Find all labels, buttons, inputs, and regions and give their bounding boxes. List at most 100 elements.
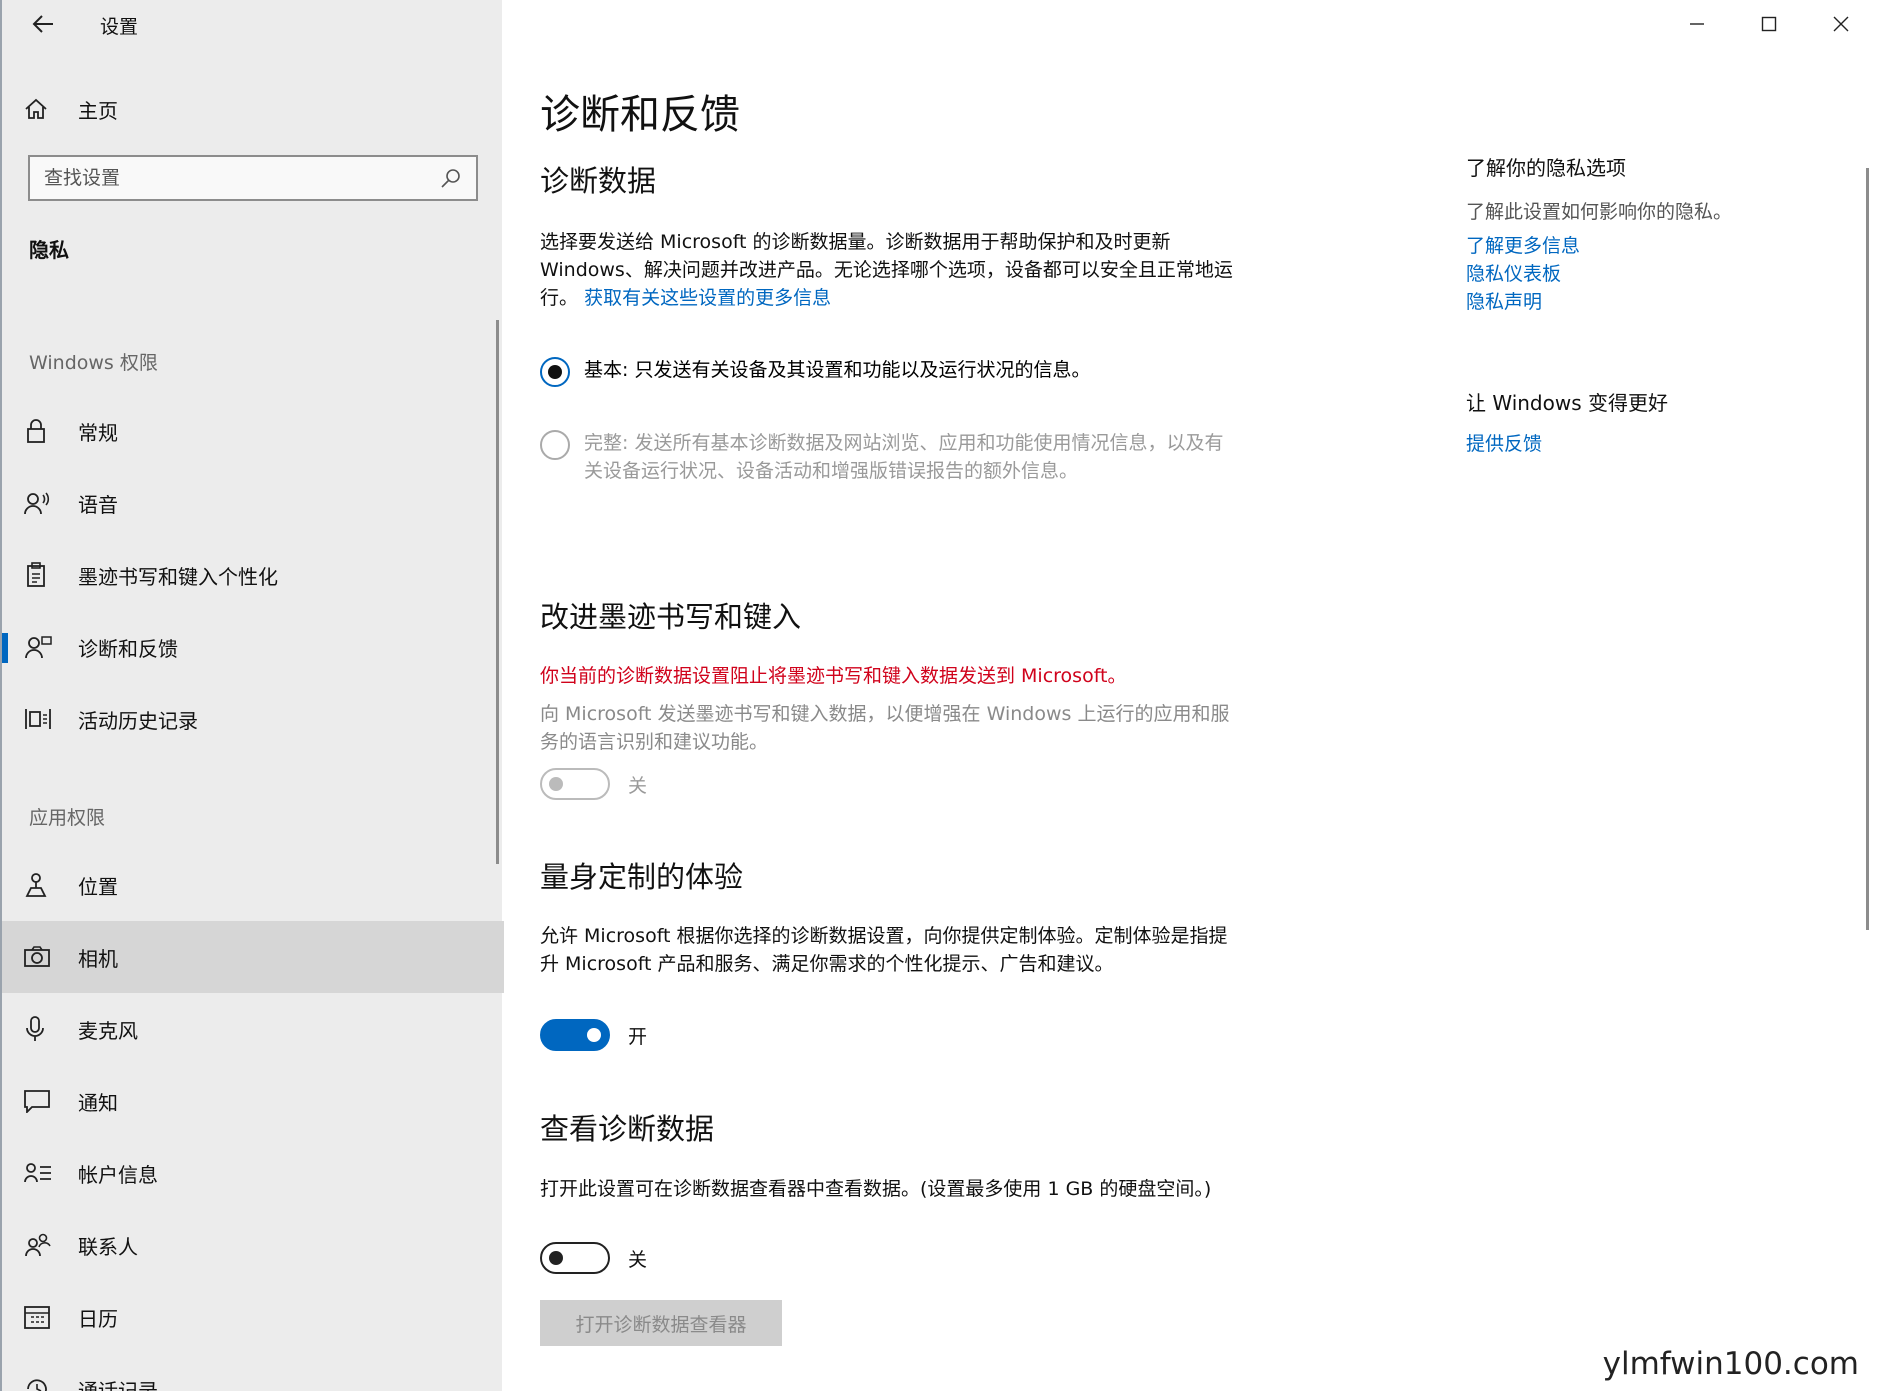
view-data-toggle-row: 关 [540,1242,647,1274]
app-title: 设置 [100,16,139,38]
call-history-icon [24,1377,64,1391]
section-heading-view-data: 查看诊断数据 [540,1112,715,1146]
notification-icon [24,1089,64,1113]
sidebar-item-calendar[interactable]: 日历 [2,1281,504,1353]
windows-permissions-list: 常规 语音 墨迹书写和键入个性化 诊断和反馈 活动历史记录 [2,395,504,755]
sidebar-item-label: 墨迹书写和键入个性化 [78,564,278,589]
give-feedback-link[interactable]: 提供反馈 [1466,430,1826,458]
radio-full [540,430,570,460]
sidebar-item-label: 语音 [78,492,118,517]
inking-description: 向 Microsoft 发送墨迹书写和键入数据，以便增强在 Windows 上运… [540,703,1230,753]
minimize-button[interactable] [1661,0,1733,48]
section-heading-inking: 改进墨迹书写和键入 [540,600,802,634]
sidebar-item-call-history[interactable]: 通话记录 [2,1353,504,1391]
home-icon [24,97,64,121]
watermark-logo: ylmfwin100.com [1602,1346,1859,1382]
aside-better-heading: 让 Windows 变得更好 [1466,391,1668,415]
sidebar-item-activity-history[interactable]: 活动历史记录 [2,683,504,755]
sidebar-scrollbar[interactable] [496,320,499,864]
contacts-icon [24,1233,64,1257]
tailored-toggle-label: 开 [628,1025,648,1048]
sidebar-item-inking[interactable]: 墨迹书写和键入个性化 [2,539,504,611]
inking-warning: 你当前的诊断数据设置阻止将墨迹书写和键入数据发送到 Microsoft。 [540,665,1127,687]
activity-history-icon [24,707,64,731]
search-icon[interactable] [440,167,462,189]
main-content: 诊断和反馈 诊断数据 选择要发送给 Microsoft 的诊断数据量。诊断数据用… [502,0,1877,1391]
radio-basic-label: 基本: 只发送有关设备及其设置和功能以及运行状况的信息。 [584,359,1091,381]
sidebar-item-camera[interactable]: 相机 [2,921,504,993]
sidebar-item-label: 主页 [78,98,118,123]
minimize-icon [1690,23,1704,25]
sidebar-item-label: 常规 [78,420,118,445]
main-scrollbar[interactable] [1866,168,1869,930]
window-controls [1661,0,1877,48]
maximize-icon [1761,16,1777,32]
tailored-toggle-row: 开 [540,1019,647,1051]
back-arrow-icon [32,15,53,33]
sidebar-item-label: 活动历史记录 [78,708,198,733]
sidebar-item-account-info[interactable]: 帐户信息 [2,1137,504,1209]
open-diagnostic-viewer-button: 打开诊断数据查看器 [540,1300,782,1346]
feedback-person-icon [24,635,64,659]
radio-option-basic[interactable]: 基本: 只发送有关设备及其设置和功能以及运行状况的信息。 [540,356,1240,387]
sidebar-item-speech[interactable]: 语音 [2,467,504,539]
diagnostic-description: 选择要发送给 Microsoft 的诊断数据量。诊断数据用于帮助保护和及时更新 … [540,228,1240,312]
view-data-toggle[interactable] [540,1242,610,1274]
sidebar-item-microphone[interactable]: 麦克风 [2,993,504,1065]
sidebar: 设置 主页 隐私 Windows 权限 常规 语音 墨迹书写 [0,0,504,1391]
sidebar-item-contacts[interactable]: 联系人 [2,1209,504,1281]
group-heading-apps: 应用权限 [29,807,106,829]
aside-privacy-text: 了解此设置如何影响你的隐私。 [1466,201,1733,223]
clipboard-icon [24,562,64,588]
sidebar-item-general[interactable]: 常规 [2,395,504,467]
sidebar-item-label: 通话记录 [78,1378,158,1391]
sidebar-item-label: 帐户信息 [78,1162,158,1187]
privacy-dashboard-link[interactable]: 隐私仪表板 [1466,260,1826,288]
tailored-description: 允许 Microsoft 根据你选择的诊断数据设置，向你提供定制体验。定制体验是… [540,925,1228,975]
location-icon [24,872,64,898]
sidebar-item-label: 相机 [78,946,118,971]
sidebar-item-label: 麦克风 [78,1018,138,1043]
sidebar-item-label: 通知 [78,1090,118,1115]
section-heading-diagnostic-data: 诊断数据 [540,164,657,198]
sidebar-item-diagnostics[interactable]: 诊断和反馈 [2,611,504,683]
view-data-description: 打开此设置可在诊断数据查看器中查看数据。(设置最多使用 1 GB 的硬盘空间。) [540,1178,1212,1200]
sidebar-item-label: 位置 [78,874,118,899]
maximize-button[interactable] [1733,0,1805,48]
sidebar-item-home[interactable]: 主页 [2,84,504,134]
feedback-aside: 让 Windows 变得更好 提供反馈 [1466,387,1826,458]
calendar-icon [24,1305,64,1329]
inking-toggle-row: 关 [540,768,647,800]
privacy-statement-link[interactable]: 隐私声明 [1466,288,1826,316]
section-heading-tailored: 量身定制的体验 [540,860,744,894]
app-permissions-list: 位置 相机 麦克风 通知 帐户信息 联系人 日历 通话记录 [2,849,504,1391]
page-title: 诊断和反馈 [540,92,740,138]
lock-icon [24,418,64,444]
speech-icon [24,491,64,515]
more-info-link[interactable]: 获取有关这些设置的更多信息 [584,287,831,309]
radio-full-label: 完整: 发送所有基本诊断数据及网站浏览、应用和功能使用情况信息，以及有关设备运行… [584,432,1224,482]
sidebar-item-label: 诊断和反馈 [78,636,178,661]
back-button[interactable] [24,8,62,40]
camera-icon [24,946,64,968]
sidebar-item-label: 联系人 [78,1234,138,1259]
sidebar-item-notifications[interactable]: 通知 [2,1065,504,1137]
tailored-toggle[interactable] [540,1019,610,1051]
aside-privacy-heading: 了解你的隐私选项 [1466,156,1626,180]
sidebar-item-location[interactable]: 位置 [2,849,504,921]
account-info-icon [24,1162,64,1184]
radio-basic[interactable] [540,357,570,387]
search-input[interactable] [44,167,440,189]
microphone-icon [24,1016,64,1042]
learn-more-link[interactable]: 了解更多信息 [1466,232,1826,260]
radio-option-full: 完整: 发送所有基本诊断数据及网站浏览、应用和功能使用情况信息，以及有关设备运行… [540,429,1240,485]
sidebar-section-title: 隐私 [29,238,69,262]
search-box[interactable] [28,155,478,201]
close-icon [1833,16,1849,32]
view-data-toggle-label: 关 [628,1248,648,1271]
sidebar-item-label: 日历 [78,1306,118,1331]
close-button[interactable] [1805,0,1877,48]
inking-toggle-label: 关 [628,774,648,797]
group-heading-windows: Windows 权限 [29,352,158,374]
privacy-options-aside: 了解你的隐私选项 了解此设置如何影响你的隐私。 了解更多信息 隐私仪表板 隐私声… [1466,152,1826,316]
